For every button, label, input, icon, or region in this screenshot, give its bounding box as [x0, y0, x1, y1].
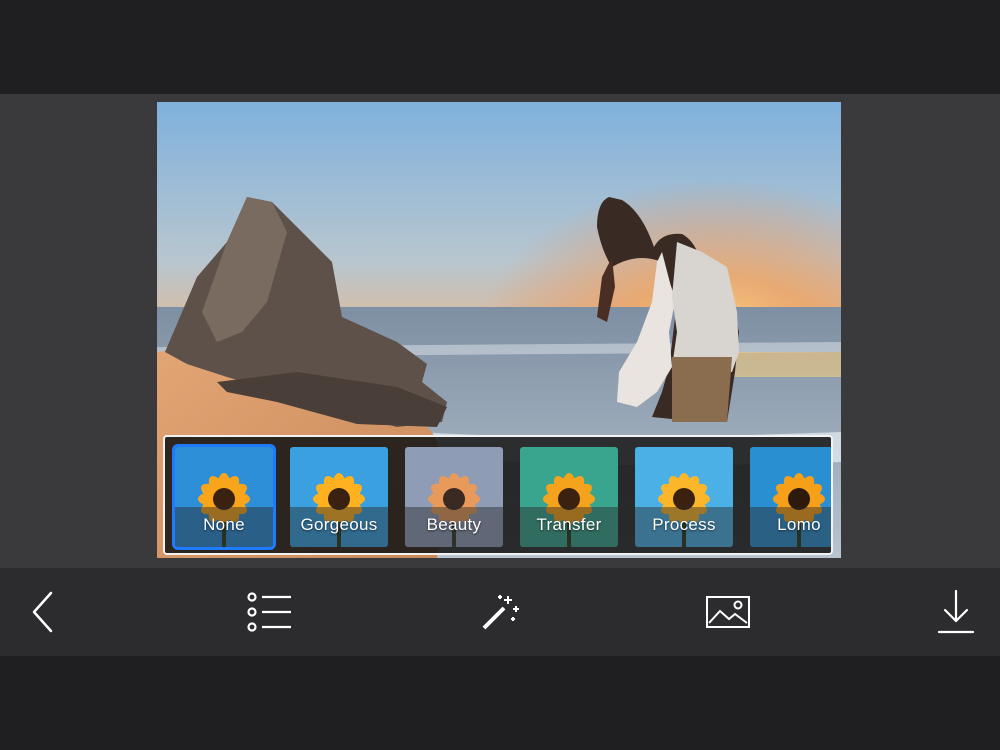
download-icon: [937, 589, 975, 634]
effects-button[interactable]: [460, 568, 540, 656]
download-button[interactable]: [916, 568, 996, 656]
filter-label: Beauty: [426, 515, 482, 534]
filter-label: Gorgeous: [300, 515, 378, 534]
filter-none[interactable]: None: [172, 444, 276, 550]
filter-label: Transfer: [536, 515, 602, 534]
filter-label: Lomo: [777, 515, 821, 534]
filter-label: None: [203, 515, 245, 534]
chevron-left-icon: [32, 591, 53, 633]
top-bar: [0, 0, 1000, 94]
filter-label: Process: [652, 515, 716, 534]
filter-gorgeous[interactable]: Gorgeous: [290, 447, 388, 547]
gallery-button[interactable]: [688, 568, 768, 656]
filter-beauty[interactable]: Beauty: [405, 447, 503, 547]
list-button[interactable]: [230, 568, 310, 656]
back-button[interactable]: [4, 568, 84, 656]
image-icon: [706, 596, 750, 628]
list-icon: [247, 592, 291, 632]
filter-lomo[interactable]: Lomo: [750, 447, 831, 547]
filter-process[interactable]: Process: [635, 447, 733, 547]
filter-transfer[interactable]: Transfer: [520, 447, 618, 547]
magic-wand-icon: [482, 595, 519, 630]
filter-strip: None Gorgeous Beauty Transfer Process Lo…: [163, 435, 833, 555]
bottom-bar: [0, 656, 1000, 750]
bottom-toolbar: [0, 568, 1000, 656]
